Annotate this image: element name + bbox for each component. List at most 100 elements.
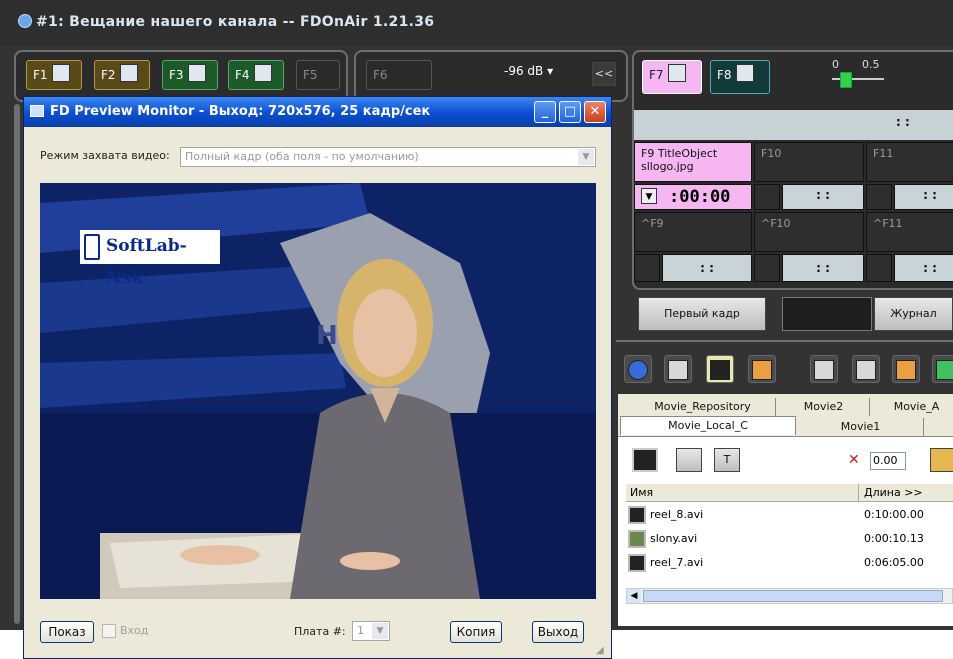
copy-button[interactable]: Копия bbox=[450, 621, 502, 643]
f11-slot[interactable]: F11 bbox=[866, 142, 953, 182]
hotkey-panel-left: F1 F2 F3 F4 F5 bbox=[14, 50, 348, 102]
film-icon bbox=[187, 64, 206, 82]
f1-button[interactable]: F1 bbox=[26, 60, 82, 90]
edit-icon[interactable] bbox=[664, 355, 692, 383]
monitor-icon bbox=[30, 105, 44, 117]
slot-gap bbox=[754, 184, 780, 210]
level-dropdown[interactable]: -96 dB ▾ bbox=[504, 64, 566, 86]
sf9-timecode[interactable]: : : bbox=[662, 254, 752, 282]
shuffle-icon: ✕ bbox=[848, 452, 860, 468]
clip-icon bbox=[51, 64, 70, 82]
tab-movie-repository[interactable]: Movie_Repository bbox=[630, 398, 776, 416]
first-frame-button[interactable]: Первый кадр bbox=[638, 297, 766, 331]
minimize-button[interactable]: _ bbox=[534, 101, 556, 123]
tab-movie1[interactable]: Movie1 bbox=[798, 418, 924, 436]
tab-movie-a[interactable]: Movie_A bbox=[872, 398, 953, 416]
logo-mode-icon[interactable] bbox=[676, 448, 702, 472]
tab-movie2[interactable]: Movie2 bbox=[778, 398, 870, 416]
horizontal-scrollbar[interactable]: ◀ bbox=[626, 588, 953, 604]
f10-timecode[interactable]: : : bbox=[782, 184, 864, 210]
text-mode-icon[interactable]: T bbox=[714, 448, 740, 472]
sf11-timecode[interactable]: : : bbox=[894, 254, 953, 282]
f10-slot[interactable]: F10 bbox=[754, 142, 864, 182]
close-button[interactable]: ✕ bbox=[584, 101, 606, 123]
main-titlebar: #1: Вещание нашего канала -- FDOnAir 1.2… bbox=[0, 0, 953, 46]
film-icon bbox=[253, 64, 272, 82]
film-icon bbox=[628, 530, 646, 548]
hotkey-panel-right: F7 F8 0 0.5 : : F9 TitleObject sllogo.jp… bbox=[632, 50, 953, 290]
maximize-button[interactable]: □ bbox=[559, 101, 581, 123]
library-list-panel: Movie_Repository Movie2 Movie_A Movie_Lo… bbox=[618, 394, 953, 626]
f2-button[interactable]: F2 bbox=[94, 60, 150, 90]
list-item[interactable]: slony.avi 0:00:10.13 bbox=[626, 528, 953, 550]
title-icon bbox=[667, 64, 686, 82]
logo-icon bbox=[735, 64, 754, 82]
film-icon bbox=[628, 506, 646, 524]
f4-button[interactable]: F4 bbox=[228, 60, 284, 90]
list-header: Имя Длина >> bbox=[626, 484, 953, 502]
board-label: Плата #: bbox=[294, 625, 346, 638]
record-icon[interactable] bbox=[624, 355, 652, 383]
slot-gap bbox=[634, 254, 660, 282]
f11-timecode[interactable]: : : bbox=[894, 184, 953, 210]
collapse-button[interactable]: << bbox=[592, 62, 616, 86]
clip-icon bbox=[119, 64, 138, 82]
background-lettering: Н bbox=[316, 321, 338, 351]
f5-button[interactable]: F5 bbox=[296, 60, 340, 90]
list-item[interactable]: reel_7.avi 0:06:05.00 bbox=[626, 552, 953, 574]
f3-button[interactable]: F3 bbox=[162, 60, 218, 90]
dialog-title: FD Preview Monitor - Выход: 720x576, 25 … bbox=[50, 104, 431, 119]
text-icon[interactable] bbox=[892, 355, 920, 383]
app-icon bbox=[18, 14, 32, 28]
slot-gap bbox=[754, 254, 780, 282]
show-button[interactable]: Показ bbox=[40, 621, 94, 643]
sf9-slot[interactable]: ^F9 bbox=[634, 212, 752, 252]
slider-thumb[interactable] bbox=[840, 72, 852, 88]
chevron-down-icon[interactable]: ▼ bbox=[641, 188, 657, 204]
hotkey-panel-middle: F6 -96 dB ▾ << bbox=[354, 50, 628, 102]
f9-title-object[interactable]: F9 TitleObject sllogo.jpg bbox=[634, 142, 752, 182]
chevron-down-icon: ▾ bbox=[547, 64, 554, 78]
tab-movie-local-c[interactable]: Movie_Local_C bbox=[620, 416, 796, 435]
board-select[interactable]: 1 ▼ bbox=[352, 621, 390, 641]
f7-button[interactable]: F7 bbox=[642, 60, 702, 94]
film-icon[interactable] bbox=[706, 355, 734, 383]
f8-button[interactable]: F8 bbox=[710, 60, 770, 94]
clip-edit-icon[interactable] bbox=[810, 355, 838, 383]
grid-icon[interactable] bbox=[852, 355, 880, 383]
slot-gap bbox=[866, 184, 892, 210]
film-icon bbox=[628, 554, 646, 572]
capture-mode-label: Режим захвата видео: bbox=[40, 149, 170, 162]
film-strip-icon[interactable] bbox=[632, 448, 658, 472]
status-strip: : : bbox=[634, 110, 953, 140]
sf11-slot[interactable]: ^F11 bbox=[866, 212, 953, 252]
opacity-slider[interactable]: 0 0.5 bbox=[832, 58, 892, 94]
sf10-timecode[interactable]: : : bbox=[782, 254, 864, 282]
dialog-titlebar: FD Preview Monitor - Выход: 720x576, 25 … bbox=[24, 97, 611, 127]
slot-gap bbox=[866, 254, 892, 282]
journal-button[interactable]: Журнал bbox=[874, 297, 953, 331]
logo-mark-icon bbox=[84, 234, 100, 260]
exit-button[interactable]: Выход bbox=[532, 621, 584, 643]
transport-display bbox=[782, 297, 872, 331]
video-preview: SoftLab-Nsk Н bbox=[40, 183, 596, 599]
chevron-left-icon[interactable]: ◀ bbox=[627, 589, 641, 603]
sf10-slot[interactable]: ^F10 bbox=[754, 212, 864, 252]
f6-button[interactable]: F6 bbox=[366, 60, 432, 90]
resize-grip-icon[interactable]: ◢ bbox=[596, 645, 608, 657]
settings-icon[interactable] bbox=[930, 448, 953, 472]
f9-timecode[interactable]: ▼ :00:00 bbox=[634, 184, 752, 210]
softlab-logo: SoftLab-Nsk bbox=[80, 230, 220, 288]
input-checkbox-label: Вход bbox=[120, 624, 149, 637]
list-item[interactable]: reel_8.avi 0:10:00.00 bbox=[626, 504, 953, 526]
preview-monitor-dialog: FD Preview Monitor - Выход: 720x576, 25 … bbox=[23, 96, 612, 659]
speed-input[interactable]: 0.00 bbox=[870, 452, 906, 470]
left-panel-edge bbox=[14, 104, 20, 624]
title-icon[interactable] bbox=[932, 355, 953, 383]
playlist-icon[interactable] bbox=[748, 355, 776, 383]
capture-mode-select[interactable]: Полный кадр (оба поля - по умолчанию) ▼ bbox=[180, 147, 596, 167]
chevron-down-icon: ▼ bbox=[372, 623, 388, 639]
main-window-title: #1: Вещание нашего канала -- FDOnAir 1.2… bbox=[36, 14, 435, 30]
scrollbar-thumb[interactable] bbox=[643, 590, 943, 602]
input-checkbox[interactable] bbox=[102, 624, 116, 638]
